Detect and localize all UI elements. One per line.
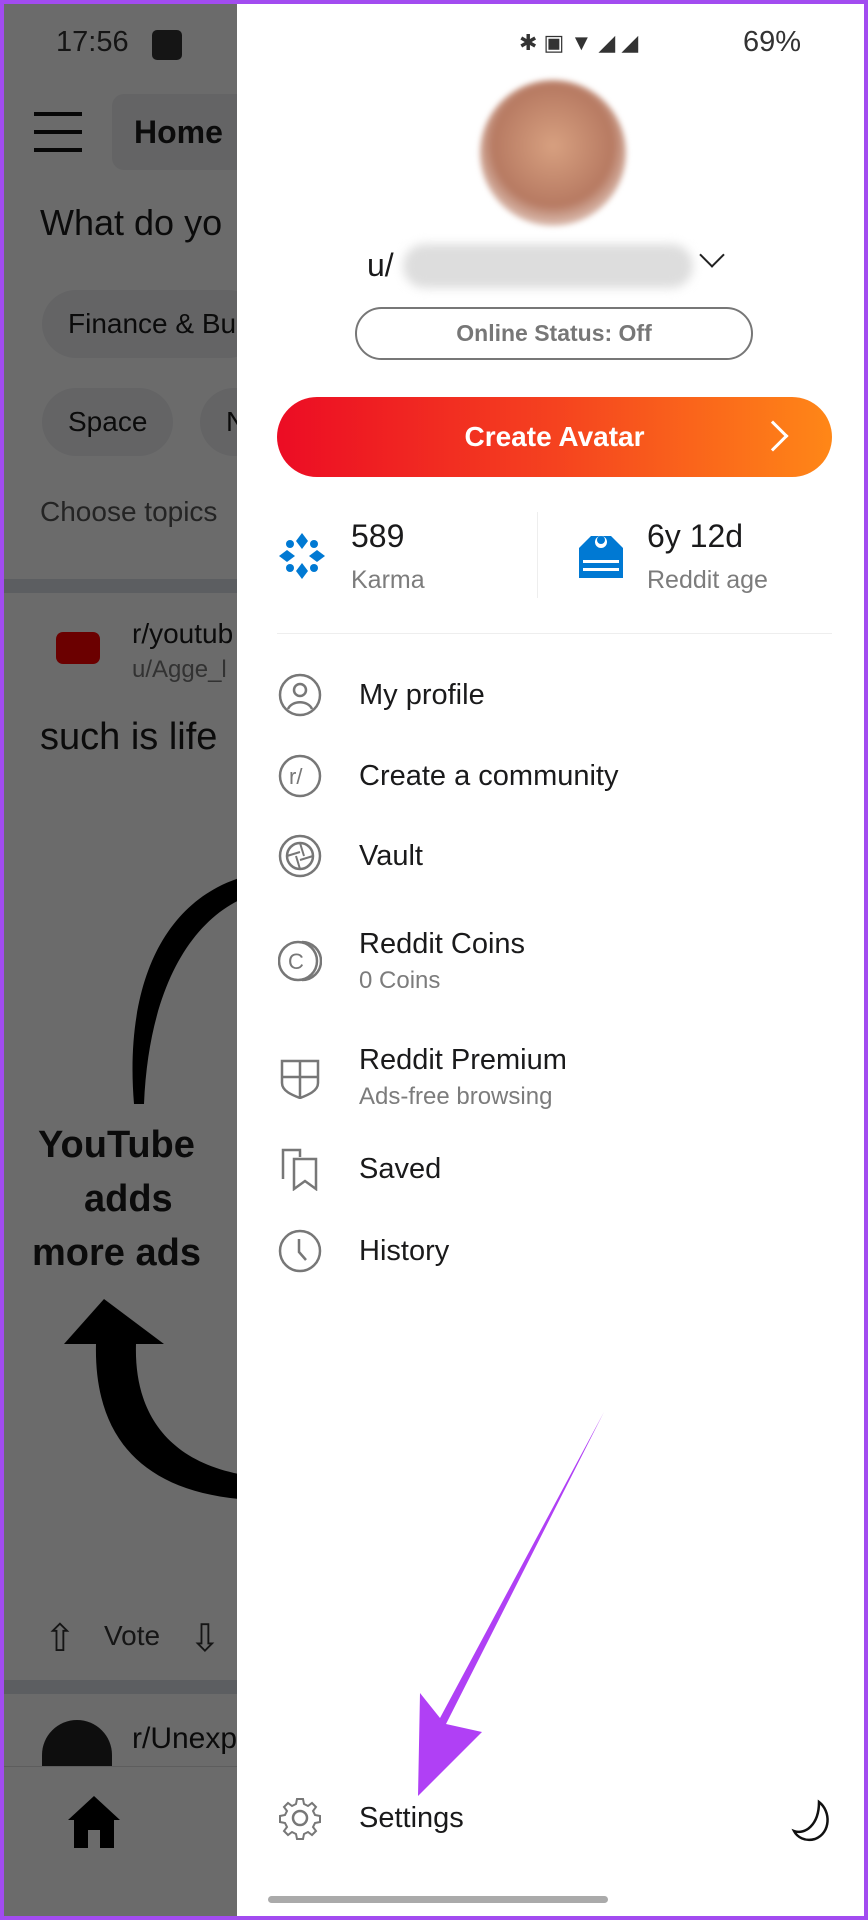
post-image-arrow-bottom [64, 1299, 239, 1499]
reddit-age-value: 6y 12d [647, 518, 744, 554]
shield-icon [277, 1054, 323, 1100]
gear-icon [277, 1795, 323, 1841]
navigation-drawer: ✱ ▣ ▼ ◢ ◢ 69% u/ Online Status: Off Crea… [237, 4, 864, 1916]
menu-item-reddit-premium[interactable]: Reddit Premium Ads-free browsing [277, 1032, 824, 1122]
coins-balance: 0 Coins [359, 966, 441, 994]
avatar[interactable] [480, 80, 626, 226]
notification-icons [152, 30, 182, 60]
username-blurred [403, 244, 693, 288]
karma-icon [279, 533, 325, 579]
topic-chip[interactable]: Space [42, 388, 174, 456]
vault-icon [277, 833, 323, 879]
coins-icon: C [277, 938, 323, 984]
svg-text:r/: r/ [289, 764, 303, 789]
post-image-text: adds [84, 1178, 173, 1220]
menu-item-reddit-coins[interactable]: C Reddit Coins 0 Coins [277, 916, 824, 1006]
status-time: 17:56 [56, 26, 129, 58]
online-status-button[interactable]: Online Status: Off [355, 307, 753, 360]
karma-label: Karma [351, 566, 425, 594]
create-avatar-button[interactable]: Create Avatar [277, 397, 832, 477]
reddit-age-label: Reddit age [647, 566, 768, 594]
user-circle-icon [277, 672, 323, 718]
youtube-icon [56, 632, 100, 664]
post-image-text: YouTube [38, 1124, 195, 1166]
menu-label: History [359, 1234, 450, 1267]
menu-label: Saved [359, 1152, 442, 1185]
upvote-icon[interactable]: ⇧ [44, 1616, 76, 1661]
downvote-icon[interactable]: ⇩ [189, 1616, 221, 1661]
premium-subtitle: Ads-free browsing [359, 1082, 553, 1110]
community-icon: r/ [277, 753, 323, 799]
username-prefix: u/ [367, 247, 394, 283]
menu-item-vault[interactable]: Vault [277, 821, 824, 891]
menu-item-saved[interactable]: Saved [277, 1134, 824, 1204]
home-nav-icon[interactable] [66, 1794, 122, 1850]
status-icons: ✱ ▣ ▼ ◢ ◢ [519, 30, 639, 55]
choose-topics-text: Choose topics [40, 496, 218, 527]
topic-chip[interactable]: Finance & Bu [42, 290, 263, 358]
dark-mode-moon-icon[interactable] [791, 1799, 835, 1843]
settings-button[interactable]: Settings [277, 1783, 744, 1853]
home-indicator [268, 1896, 608, 1903]
clock-icon [277, 1228, 323, 1274]
menu-item-my-profile[interactable]: My profile [277, 660, 824, 730]
create-avatar-label: Create Avatar [464, 421, 645, 452]
settings-label: Settings [359, 1801, 464, 1834]
post-subreddit[interactable]: r/youtub [132, 618, 233, 650]
menu-icon[interactable] [34, 112, 82, 152]
menu-item-history[interactable]: History [277, 1216, 824, 1286]
karma-value: 589 [351, 518, 405, 554]
post-image-text: more ads [32, 1232, 201, 1274]
reddit-age-icon [579, 536, 623, 578]
menu-label: Create a community [359, 759, 619, 792]
menu-label: My profile [359, 678, 485, 711]
svg-text:C: C [288, 949, 304, 974]
vote-label: Vote [104, 1620, 161, 1651]
next-post-subreddit[interactable]: r/Unexp [132, 1722, 237, 1756]
menu-item-create-community[interactable]: r/ Create a community [277, 741, 824, 811]
menu-label: Reddit Premium [359, 1043, 567, 1076]
community-avatar [42, 1720, 112, 1770]
bookmark-icon [277, 1146, 323, 1192]
battery-level: 69% [743, 26, 802, 58]
post-user[interactable]: u/Agge_l [132, 656, 227, 684]
menu-label: Reddit Coins [359, 927, 526, 960]
topics-prompt: What do yo [40, 202, 223, 243]
account-switcher-chevron-icon[interactable] [699, 242, 725, 268]
post-title: such is life [40, 716, 218, 758]
menu-label: Vault [359, 839, 423, 872]
